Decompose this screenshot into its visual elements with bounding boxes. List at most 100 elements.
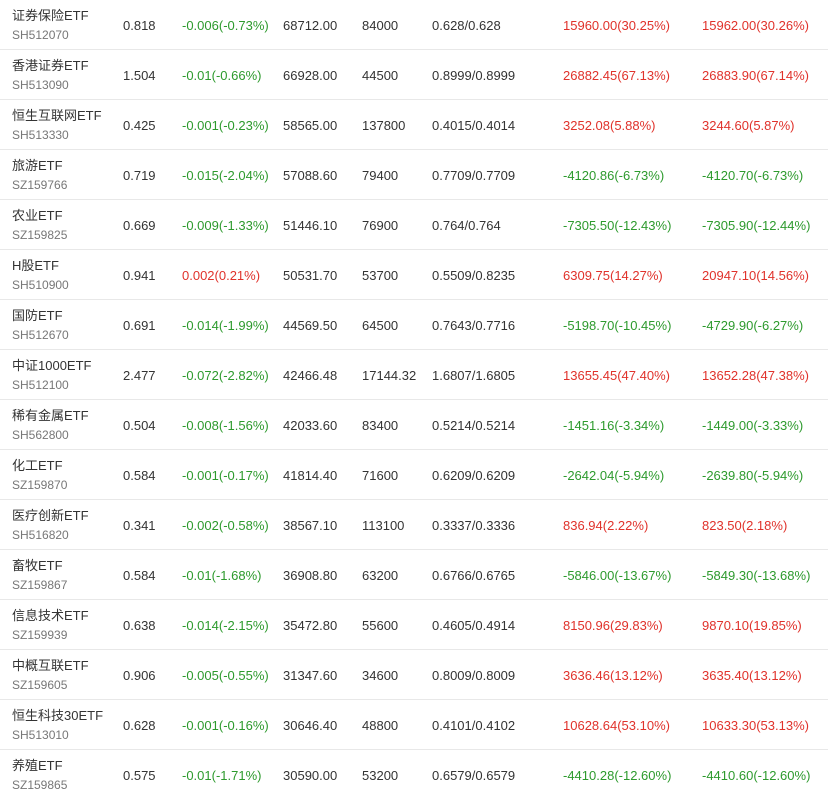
- etf-code: SH512070: [12, 28, 69, 42]
- volume-cell: 83400: [362, 417, 399, 433]
- table-row[interactable]: 恒生互联网ETF SH513330 0.425 -0.001(-0.23%) 58565…: [0, 100, 828, 150]
- volume-cell: 71600: [362, 467, 399, 483]
- price-cell: 0.906: [123, 667, 156, 683]
- etf-name-cell: 畜牧ETF SZ159867: [12, 550, 120, 600]
- etf-name[interactable]: 养殖ETF: [12, 757, 63, 774]
- change-cell: -0.006(-0.73%): [182, 17, 269, 33]
- table-row[interactable]: 农业ETF SZ159825 0.669 -0.009(-1.33%) 51446.10…: [0, 200, 828, 250]
- table-row[interactable]: 香港证券ETF SH513090 1.504 -0.01(-0.66%) 66928.0…: [0, 50, 828, 100]
- price-cell: 0.425: [123, 117, 156, 133]
- etf-name[interactable]: 中证1000ETF: [12, 357, 91, 374]
- table-row[interactable]: 恒生科技30ETF SH513010 0.628 -0.001(-0.16%) 3064…: [0, 700, 828, 750]
- table-row[interactable]: 证券保险ETF SH512070 0.818 -0.006(-0.73%) 68712.…: [0, 0, 828, 50]
- etf-name-cell: 中概互联ETF SZ159605: [12, 650, 120, 700]
- bid-ask-cell: 0.5214/0.5214: [432, 417, 516, 433]
- amount-cell: 38567.10: [283, 517, 338, 533]
- etf-name[interactable]: 证券保险ETF: [12, 7, 89, 24]
- table-row[interactable]: 旅游ETF SZ159766 0.719 -0.015(-2.04%) 57088.60…: [0, 150, 828, 200]
- metric2-cell: 3244.60(5.87%): [702, 117, 795, 133]
- etf-name[interactable]: 信息技术ETF: [12, 607, 89, 624]
- metric1-cell: -1451.16(-3.34%): [563, 417, 665, 433]
- table-row[interactable]: 中证1000ETF SH512100 2.477 -0.072(-2.82%) 4246…: [0, 350, 828, 400]
- table-row[interactable]: 信息技术ETF SZ159939 0.638 -0.014(-2.15%) 35472.…: [0, 600, 828, 650]
- change-cell: -0.01(-1.68%): [182, 567, 262, 583]
- etf-code: SH512100: [12, 378, 69, 392]
- etf-name[interactable]: 畜牧ETF: [12, 557, 63, 574]
- amount-cell: 57088.60: [283, 167, 338, 183]
- price-cell: 0.719: [123, 167, 156, 183]
- table-row[interactable]: 中概互联ETF SZ159605 0.906 -0.005(-0.55%) 31347.…: [0, 650, 828, 700]
- etf-name[interactable]: 稀有金属ETF: [12, 407, 89, 424]
- metric2-cell: 823.50(2.18%): [702, 517, 788, 533]
- etf-name[interactable]: 化工ETF: [12, 457, 63, 474]
- bid-ask-cell: 0.4015/0.4014: [432, 117, 516, 133]
- price-cell: 0.584: [123, 467, 156, 483]
- volume-cell: 113100: [362, 517, 405, 533]
- etf-name-cell: 证券保险ETF SH512070: [12, 0, 120, 50]
- etf-name-cell: H股ETF SH510900: [12, 250, 120, 300]
- etf-name-cell: 医疗创新ETF SH516820: [12, 500, 120, 550]
- etf-code: SH513330: [12, 128, 69, 142]
- etf-name[interactable]: 香港证券ETF: [12, 57, 89, 74]
- table-row[interactable]: 化工ETF SZ159870 0.584 -0.001(-0.17%) 41814.40…: [0, 450, 828, 500]
- etf-code: SH512670: [12, 328, 69, 342]
- metric1-cell: 6309.75(14.27%): [563, 267, 663, 283]
- volume-cell: 137800: [362, 117, 406, 133]
- metric2-cell: -4410.60(-12.60%): [702, 767, 811, 783]
- etf-code: SZ159870: [12, 478, 68, 492]
- volume-cell: 44500: [362, 67, 399, 83]
- metric1-cell: -5198.70(-10.45%): [563, 317, 672, 333]
- etf-name-cell: 中证1000ETF SH512100: [12, 350, 120, 400]
- etf-name[interactable]: 恒生科技30ETF: [12, 707, 103, 724]
- change-cell: -0.001(-0.23%): [182, 117, 269, 133]
- table-row[interactable]: 畜牧ETF SZ159867 0.584 -0.01(-1.68%) 36908.80 6…: [0, 550, 828, 600]
- price-cell: 0.504: [123, 417, 156, 433]
- metric2-cell: 15962.00(30.26%): [702, 17, 809, 33]
- bid-ask-cell: 0.764/0.764: [432, 217, 501, 233]
- metric1-cell: 836.94(2.22%): [563, 517, 649, 533]
- etf-code: SZ159865: [12, 778, 68, 792]
- table-row[interactable]: 养殖ETF SZ159865 0.575 -0.01(-1.71%) 30590.00 5…: [0, 750, 828, 800]
- etf-code: SZ159766: [12, 178, 68, 192]
- amount-cell: 44569.50: [283, 317, 338, 333]
- bid-ask-cell: 0.7643/0.7716: [432, 317, 516, 333]
- metric1-cell: 26882.45(67.13%): [563, 67, 670, 83]
- volume-cell: 17144.32: [362, 367, 417, 383]
- table-row[interactable]: H股ETF SH510900 0.941 0.002(0.21%) 50531.70 53…: [0, 250, 828, 300]
- etf-name[interactable]: 国防ETF: [12, 307, 63, 324]
- change-cell: -0.002(-0.58%): [182, 517, 269, 533]
- etf-name[interactable]: 中概互联ETF: [12, 657, 89, 674]
- etf-code: SH562800: [12, 428, 69, 442]
- volume-cell: 76900: [362, 217, 399, 233]
- etf-name[interactable]: 医疗创新ETF: [12, 507, 89, 524]
- metric1-cell: -4120.86(-6.73%): [563, 167, 665, 183]
- bid-ask-cell: 1.6807/1.6805: [432, 367, 516, 383]
- metric1-cell: 8150.96(29.83%): [563, 617, 663, 633]
- metric2-cell: -4120.70(-6.73%): [702, 167, 804, 183]
- etf-name[interactable]: H股ETF: [12, 257, 59, 274]
- change-cell: -0.008(-1.56%): [182, 417, 269, 433]
- etf-name[interactable]: 农业ETF: [12, 207, 63, 224]
- etf-code: SH510900: [12, 278, 69, 292]
- metric2-cell: 26883.90(67.14%): [702, 67, 809, 83]
- amount-cell: 31347.60: [283, 667, 338, 683]
- amount-cell: 30590.00: [283, 767, 338, 783]
- price-cell: 2.477: [123, 367, 156, 383]
- volume-cell: 55600: [362, 617, 399, 633]
- metric1-cell: -2642.04(-5.94%): [563, 467, 665, 483]
- table-row[interactable]: 国防ETF SH512670 0.691 -0.014(-1.99%) 44569.50…: [0, 300, 828, 350]
- price-cell: 0.691: [123, 317, 156, 333]
- table-row[interactable]: 医疗创新ETF SH516820 0.341 -0.002(-0.58%) 38567.…: [0, 500, 828, 550]
- etf-name[interactable]: 恒生互联网ETF: [12, 107, 102, 124]
- volume-cell: 53700: [362, 267, 399, 283]
- volume-cell: 48800: [362, 717, 399, 733]
- change-cell: -0.01(-0.66%): [182, 67, 262, 83]
- amount-cell: 42466.48: [283, 367, 338, 383]
- change-cell: -0.015(-2.04%): [182, 167, 269, 183]
- metric2-cell: -5849.30(-13.68%): [702, 567, 811, 583]
- table-row[interactable]: 稀有金属ETF SH562800 0.504 -0.008(-1.56%) 42033.…: [0, 400, 828, 450]
- etf-name[interactable]: 旅游ETF: [12, 157, 63, 174]
- metric2-cell: 13652.28(47.38%): [702, 367, 809, 383]
- price-cell: 0.818: [123, 17, 156, 33]
- etf-table: 证券保险ETF SH512070 0.818 -0.006(-0.73%) 68712.…: [0, 0, 828, 800]
